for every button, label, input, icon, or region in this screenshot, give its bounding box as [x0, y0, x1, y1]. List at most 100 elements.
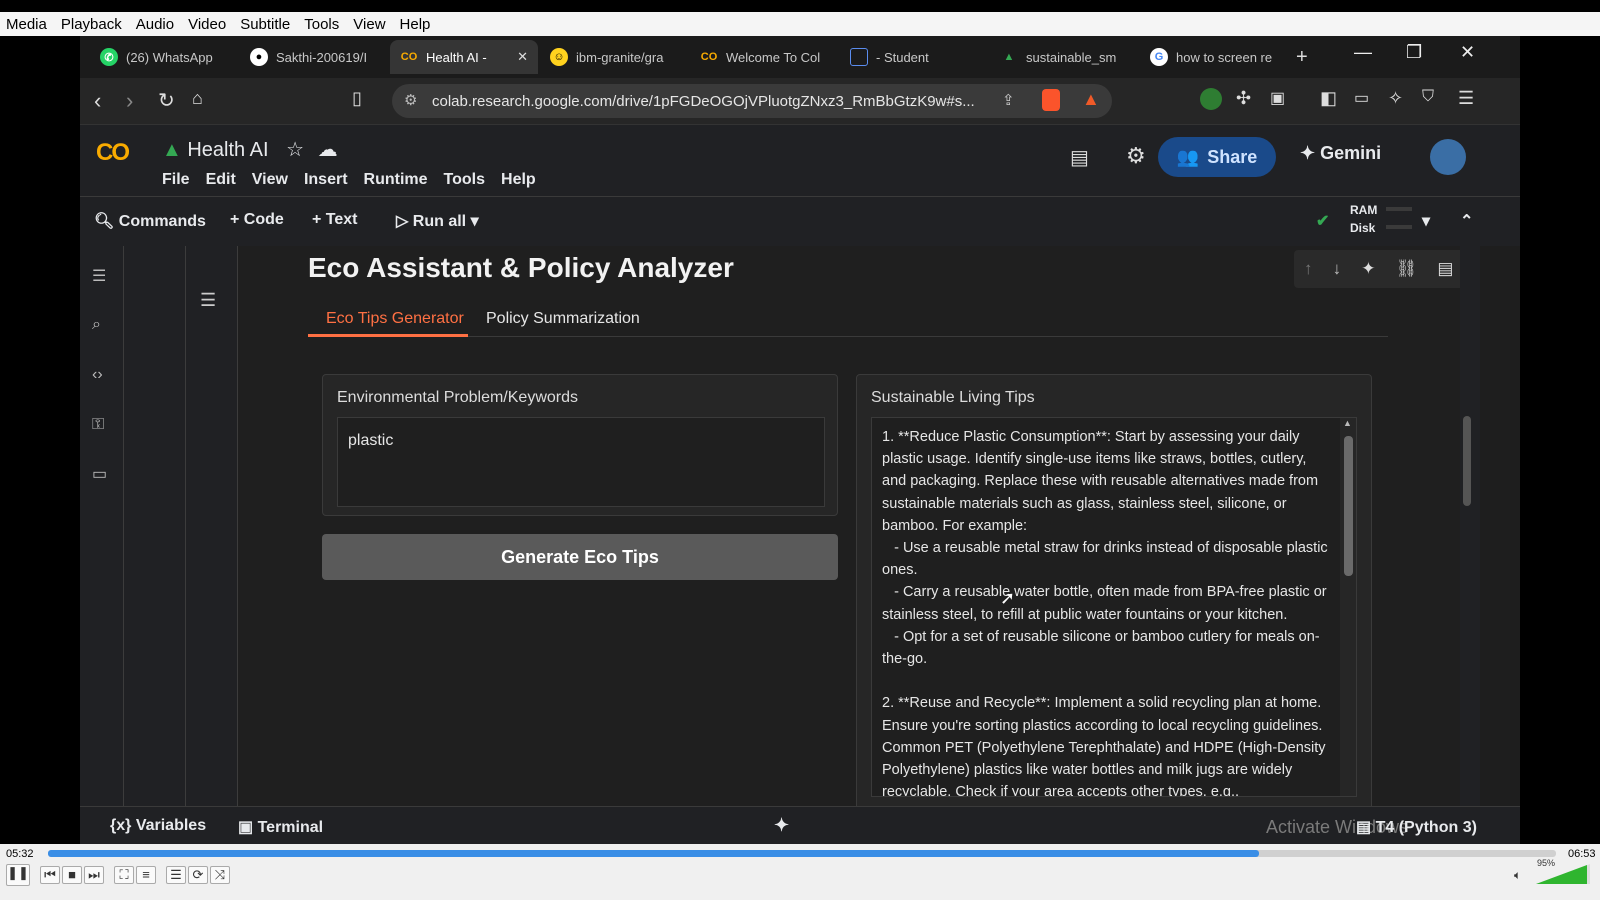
minimize-icon[interactable]: — [1354, 42, 1372, 63]
tab-welcome-colab[interactable]: CO Welcome To Col [690, 40, 838, 74]
pause-button[interactable]: ❚❚ [6, 864, 30, 886]
scroll-up-icon[interactable]: ▲ [1343, 418, 1352, 428]
speaker-icon[interactable]: 🔈︎ [1514, 868, 1521, 883]
close-tab-icon[interactable]: ✕ [517, 49, 528, 65]
tab-health-ai[interactable]: CO Health AI - ✕ [390, 40, 538, 74]
menu-audio[interactable]: Audio [136, 16, 174, 33]
menu-runtime[interactable]: Runtime [364, 171, 428, 189]
code-snippets-icon[interactable]: ‹› [92, 366, 114, 386]
restore-icon[interactable]: ❐ [1406, 42, 1422, 63]
back-icon[interactable]: ‹ [94, 88, 101, 114]
browser-menu-icon[interactable]: ☰ [1458, 88, 1480, 110]
brave-rewards-icon[interactable]: ▲ [1082, 89, 1100, 110]
output-collapse-icon[interactable]: ☰ [200, 290, 216, 311]
menu-help[interactable]: Help [400, 16, 431, 33]
variables-button[interactable]: {x} Variables [110, 817, 206, 835]
secrets-key-icon[interactable]: ⚿ [92, 416, 114, 436]
stop-icon[interactable]: ■ [62, 866, 82, 884]
brave-shield-icon[interactable] [1042, 89, 1060, 111]
gemini-spark-icon[interactable]: ✦ [774, 815, 789, 836]
gemini-button[interactable]: ✦ Gemini [1300, 143, 1381, 164]
extension-icon[interactable] [1200, 88, 1222, 110]
colab-logo[interactable]: CO [96, 139, 130, 167]
commands-button[interactable]: 🔍︎ Commands [94, 211, 206, 231]
seek-bar[interactable] [48, 850, 1556, 857]
comment-icon[interactable]: ▤ [1437, 259, 1453, 279]
address-bar[interactable]: ⚙ colab.research.google.com/drive/1pFGDe… [392, 84, 1112, 118]
menu-tools[interactable]: Tools [304, 16, 339, 33]
vlc-controls: 05:32 06:53 ❚❚ ⏮ ■ ⏭ ⛶ ≡ ☰ ⟳ ⤨ 🔈︎ 95% [0, 844, 1600, 900]
menu-view[interactable]: View [353, 16, 385, 33]
menu-edit[interactable]: Edit [206, 171, 236, 189]
forward-icon[interactable]: › [126, 88, 133, 114]
move-down-icon[interactable]: ↓ [1333, 259, 1342, 279]
tab-whatsapp[interactable]: ✆ (26) WhatsApp [90, 40, 238, 74]
output-scrollbar-thumb[interactable] [1463, 416, 1471, 506]
bookmark-icon[interactable]: ▯ [352, 88, 362, 109]
new-tab-button[interactable]: + [1296, 46, 1308, 69]
resources-dropdown-icon[interactable]: ▾ [1422, 211, 1430, 231]
menu-playback[interactable]: Playback [61, 16, 122, 33]
keywords-input[interactable]: plastic [337, 417, 825, 507]
tips-scrollbar-thumb[interactable] [1344, 436, 1353, 576]
extensions-puzzle-icon[interactable]: ✣ [1236, 88, 1258, 110]
tab-google[interactable]: Ghow to screen re [1140, 40, 1288, 74]
share-button[interactable]: 👥 Share [1158, 137, 1276, 177]
shuffle-icon[interactable]: ⤨ [210, 866, 230, 884]
sidebar-icon[interactable]: ◧ [1320, 88, 1342, 110]
runtime-status[interactable]: ▤ T4 (Python 3) [1356, 817, 1477, 837]
previous-icon[interactable]: ⏮ [40, 866, 60, 884]
loop-icon[interactable]: ⟳ [188, 866, 208, 884]
close-window-icon[interactable]: ✕ [1460, 42, 1475, 63]
wallet-icon[interactable]: ▭ [1354, 88, 1376, 110]
tab-huggingface[interactable]: ☺ ibm-granite/gra [540, 40, 688, 74]
share-page-icon[interactable]: ⇪ [1002, 91, 1015, 109]
add-code-button[interactable]: + Code [230, 211, 284, 229]
menu-subtitle[interactable]: Subtitle [240, 16, 290, 33]
tab-github[interactable]: ● Sakthi-200619/I [240, 40, 388, 74]
output-scrollbar[interactable] [1460, 246, 1480, 806]
menu-help[interactable]: Help [501, 171, 536, 189]
add-text-button[interactable]: + Text [312, 211, 358, 229]
collapse-icon[interactable]: ⌃ [1460, 211, 1473, 231]
avatar[interactable] [1430, 139, 1466, 175]
star-icon[interactable]: ☆ [286, 139, 304, 161]
run-all-button[interactable]: ▷ Run all ▾ [396, 211, 479, 231]
comment-icon[interactable]: ▤ [1070, 145, 1089, 170]
menu-view[interactable]: View [252, 171, 288, 189]
toc-icon[interactable]: ☰ [92, 266, 114, 286]
menu-media[interactable]: Media [6, 16, 47, 33]
files-folder-icon[interactable]: ▭ [92, 464, 114, 484]
home-icon[interactable]: ⌂ [192, 88, 203, 109]
fullscreen-icon[interactable]: ⛶ [114, 866, 134, 884]
tab-eco-tips[interactable]: Eco Tips Generator [326, 310, 464, 328]
menu-video[interactable]: Video [188, 16, 226, 33]
site-settings-icon[interactable]: ⚙ [404, 91, 417, 109]
app-title: Eco Assistant & Policy Analyzer [308, 252, 734, 283]
menu-insert[interactable]: Insert [304, 171, 348, 189]
reload-icon[interactable]: ↻ [158, 88, 175, 113]
volume-slider[interactable] [1536, 864, 1590, 884]
tips-textarea[interactable]: 1. **Reduce Plastic Consumption**: Start… [871, 417, 1357, 797]
vpn-icon[interactable]: ⛉ [1422, 88, 1444, 110]
cloud-icon[interactable]: ☁ [318, 139, 338, 161]
menu-file[interactable]: File [162, 171, 190, 189]
find-icon[interactable]: ⌕ [92, 316, 114, 336]
leo-ai-icon[interactable]: ✧ [1388, 88, 1410, 110]
move-up-icon[interactable]: ↑ [1304, 259, 1313, 279]
playlist-icon[interactable]: ☰ [166, 866, 186, 884]
next-icon[interactable]: ⏭ [84, 866, 104, 884]
media-icon[interactable]: ▣ [1270, 88, 1292, 110]
menu-tools[interactable]: Tools [444, 171, 485, 189]
extended-settings-icon[interactable]: ≡ [136, 866, 156, 884]
generate-eco-tips-button[interactable]: Generate Eco Tips [322, 534, 838, 580]
link-icon[interactable]: ⛓ [1396, 259, 1418, 279]
tab-drive[interactable]: ▲ sustainable_sm [990, 40, 1138, 74]
terminal-button[interactable]: ▣ Terminal [238, 817, 323, 837]
gemini-spark-icon[interactable]: ✦ [1361, 259, 1375, 279]
tab-student[interactable]: - Student [840, 40, 988, 74]
settings-gear-icon[interactable]: ⚙ [1126, 143, 1146, 169]
notebook-title[interactable]: ▲ Health AI ☆ ☁ [162, 137, 338, 162]
tab-policy-summarization[interactable]: Policy Summarization [486, 310, 640, 328]
tab-label: Sakthi-200619/I [276, 49, 368, 65]
